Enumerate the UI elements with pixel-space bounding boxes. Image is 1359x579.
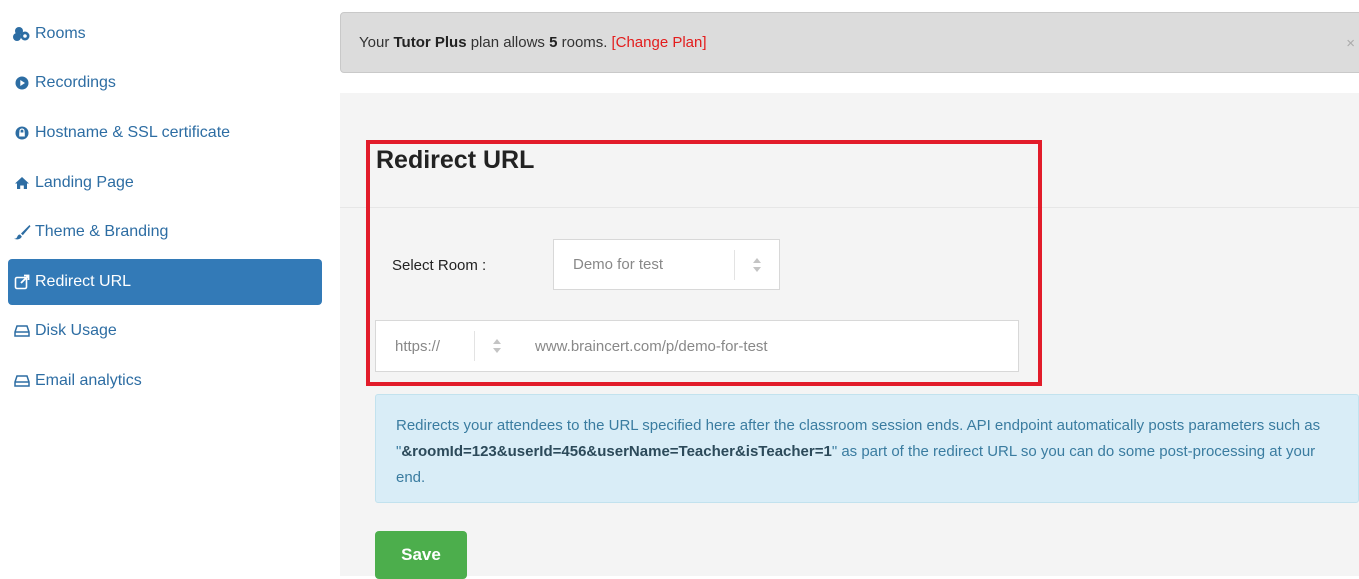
redirect-url-input[interactable]: www.braincert.com/p/demo-for-test	[519, 320, 1019, 372]
alert-suffix: rooms.	[561, 34, 608, 51]
hdd-icon	[12, 372, 32, 390]
plan-alert: Your Tutor Plus plan allows 5 rooms. [Ch…	[340, 12, 1359, 73]
sidebar-item-label: Disk Usage	[35, 322, 117, 339]
lock-icon	[12, 124, 32, 142]
info-params: &roomId=123&userId=456&userName=Teacher&…	[401, 443, 832, 460]
select-room-value: Demo for test	[573, 256, 664, 273]
select-room-label: Select Room :	[392, 257, 487, 274]
info-box: Redirects your attendees to the URL spec…	[375, 394, 1359, 503]
close-icon[interactable]: ×	[1346, 35, 1355, 52]
sidebar-item-label: Recordings	[35, 74, 116, 91]
sort-arrows-icon	[475, 338, 519, 354]
alert-middle: plan allows	[470, 34, 545, 51]
alert-plan-name: Tutor Plus	[393, 34, 467, 51]
brush-icon	[12, 223, 32, 241]
sidebar-item-disk-usage[interactable]: Disk Usage	[8, 308, 322, 354]
alert-prefix: Your	[359, 34, 390, 51]
rooms-icon	[12, 25, 32, 43]
sort-arrows-icon	[735, 257, 779, 273]
protocol-select[interactable]: https://	[375, 320, 520, 372]
panel-divider	[340, 207, 1359, 208]
play-circle-icon	[12, 74, 32, 92]
sidebar-item-label: Landing Page	[35, 174, 134, 191]
sidebar-item-label: Email analytics	[35, 372, 142, 389]
external-link-icon	[12, 273, 32, 291]
sidebar-item-theme-branding[interactable]: Theme & Branding	[8, 209, 322, 255]
sidebar-item-rooms[interactable]: Rooms	[8, 11, 322, 57]
sidebar-item-label: Hostname & SSL certificate	[35, 124, 231, 141]
hdd-icon	[12, 322, 32, 340]
change-plan-link[interactable]: [Change Plan]	[611, 34, 706, 51]
home-icon	[12, 174, 32, 192]
sidebar: Rooms Recordings Hostname & SSL certific…	[0, 0, 330, 576]
sidebar-item-recordings[interactable]: Recordings	[8, 60, 322, 106]
alert-room-count: 5	[549, 34, 558, 51]
sidebar-item-landing-page[interactable]: Landing Page	[8, 160, 322, 206]
sidebar-item-label: Theme & Branding	[35, 223, 169, 240]
save-button[interactable]: Save	[375, 531, 467, 579]
sidebar-item-redirect-url[interactable]: Redirect URL	[8, 259, 322, 305]
sidebar-item-hostname-ssl[interactable]: Hostname & SSL certificate	[8, 110, 322, 156]
sidebar-item-label: Rooms	[35, 25, 86, 42]
select-room-dropdown[interactable]: Demo for test	[553, 239, 780, 290]
protocol-value: https://	[395, 337, 441, 355]
sidebar-item-email-analytics[interactable]: Email analytics	[8, 358, 322, 404]
sidebar-item-label: Redirect URL	[35, 273, 132, 290]
page-title: Redirect URL	[376, 146, 535, 174]
